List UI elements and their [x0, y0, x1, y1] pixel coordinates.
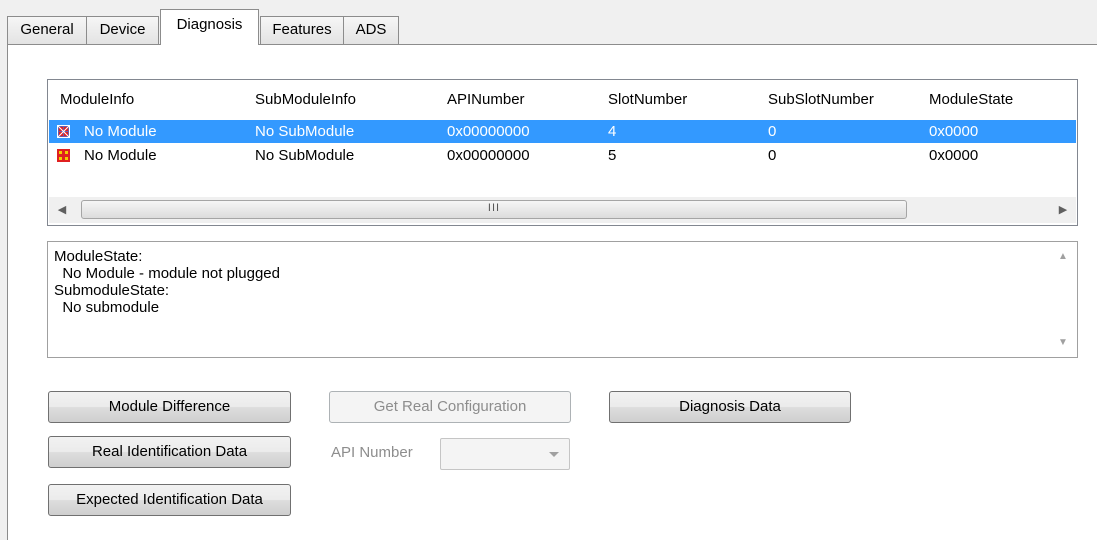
expected-identification-data-button[interactable]: Expected Identification Data [48, 484, 291, 516]
cell-moduleinfo: No Module [84, 123, 157, 140]
scrollbar-thumb[interactable]: III [81, 200, 907, 219]
module-missing-icon [57, 149, 70, 162]
cell-moduleinfo: No Module [84, 147, 157, 164]
state-details-box[interactable]: ModuleState: No Module - module not plug… [47, 241, 1078, 358]
scroll-right-icon[interactable]: ▶ [1050, 197, 1076, 223]
table-row[interactable]: No Module No SubModule 0x00000000 4 0 0x… [49, 120, 1076, 143]
cell-apinumber: 0x00000000 [447, 123, 530, 140]
details-line: ModuleState: [54, 248, 143, 265]
cell-subslotnumber: 0 [768, 147, 777, 164]
tab-ads[interactable]: ADS [343, 16, 399, 44]
api-number-select[interactable] [440, 438, 570, 470]
cell-submoduleinfo: No SubModule [255, 123, 355, 140]
cell-subslotnumber: 0 [768, 123, 777, 140]
tab-strip: General Device Diagnosis Features ADS [0, 0, 1097, 46]
column-header-moduleinfo[interactable]: ModuleInfo [60, 80, 134, 120]
scroll-left-icon[interactable]: ◀ [49, 197, 75, 223]
column-header-apinumber[interactable]: APINumber [447, 80, 525, 120]
vertical-scrollbar[interactable]: ▲ ▼ [1049, 242, 1077, 357]
module-list[interactable]: ModuleInfo SubModuleInfo APINumber SlotN… [47, 79, 1078, 226]
state-details-text: ModuleState: No Module - module not plug… [54, 248, 280, 316]
tab-diagnosis[interactable]: Diagnosis [160, 9, 259, 45]
get-real-configuration-button[interactable]: Get Real Configuration [329, 391, 571, 423]
api-number-label: API Number [331, 444, 413, 461]
column-header-submoduleinfo[interactable]: SubModuleInfo [255, 80, 356, 120]
horizontal-scrollbar[interactable]: ◀ III ▶ [49, 197, 1076, 223]
column-header-modulestate[interactable]: ModuleState [929, 80, 1013, 120]
module-error-icon [57, 125, 70, 138]
module-difference-button[interactable]: Module Difference [48, 391, 291, 423]
scrollbar-grip-icon: III [487, 202, 501, 214]
details-line: No Module - module not plugged [54, 265, 280, 282]
details-line: SubmoduleState: [54, 282, 170, 299]
tab-features[interactable]: Features [260, 16, 344, 44]
cell-slotnumber: 4 [608, 123, 617, 140]
list-header: ModuleInfo SubModuleInfo APINumber SlotN… [48, 80, 1077, 120]
column-header-slotnumber[interactable]: SlotNumber [608, 80, 687, 120]
cell-slotnumber: 5 [608, 147, 617, 164]
tab-device[interactable]: Device [86, 16, 159, 44]
tab-general[interactable]: General [7, 16, 87, 44]
column-header-subslotnumber[interactable]: SubSlotNumber [768, 80, 874, 120]
cell-submoduleinfo: No SubModule [255, 147, 355, 164]
table-row[interactable]: No Module No SubModule 0x00000000 5 0 0x… [49, 144, 1076, 167]
real-identification-data-button[interactable]: Real Identification Data [48, 436, 291, 468]
cell-modulestate: 0x0000 [929, 123, 979, 140]
chevron-down-icon [549, 452, 559, 457]
scroll-down-icon[interactable]: ▼ [1049, 337, 1077, 348]
diagnosis-data-button[interactable]: Diagnosis Data [609, 391, 851, 423]
cell-modulestate: 0x0000 [929, 147, 979, 164]
details-line: No submodule [54, 299, 160, 316]
scroll-up-icon[interactable]: ▲ [1049, 251, 1077, 262]
cell-apinumber: 0x00000000 [447, 147, 530, 164]
